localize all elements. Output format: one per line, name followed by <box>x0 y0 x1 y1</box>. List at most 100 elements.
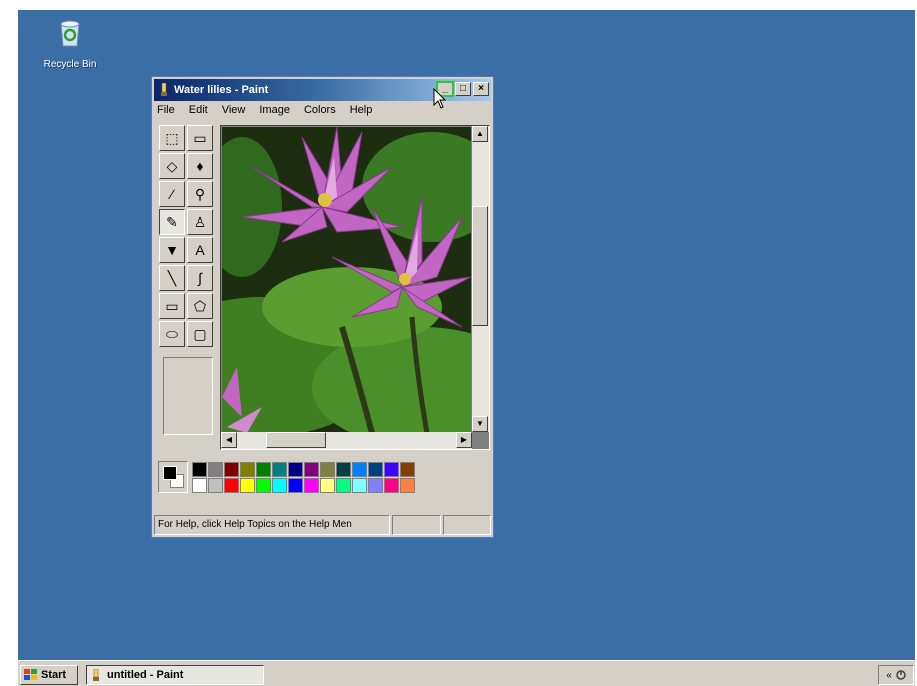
palette-swatch[interactable] <box>320 462 335 477</box>
palette-swatch[interactable] <box>352 478 367 493</box>
horizontal-scrollbar[interactable]: ◀ ▶ <box>221 432 472 449</box>
tool-select[interactable]: ▭ <box>187 125 213 151</box>
palette-swatch[interactable] <box>288 478 303 493</box>
scroll-right-button[interactable]: ▶ <box>456 432 472 448</box>
palette-swatch[interactable] <box>240 478 255 493</box>
status-text: For Help, click Help Topics on the Help … <box>154 515 390 535</box>
palette-swatch[interactable] <box>400 462 415 477</box>
palette-swatch[interactable] <box>384 462 399 477</box>
ellipse-icon: ⬭ <box>166 325 178 342</box>
tool-curve[interactable]: ∫ <box>187 265 213 291</box>
menu-file[interactable]: File <box>156 104 176 116</box>
tool-polygon[interactable]: ⬠ <box>187 293 213 319</box>
palette-swatch[interactable] <box>288 462 303 477</box>
windows-logo-icon <box>24 669 37 680</box>
tool-magnifier[interactable]: ⚲ <box>187 181 213 207</box>
menu-view[interactable]: View <box>221 104 247 116</box>
mouse-cursor-icon <box>433 88 447 109</box>
palette-swatch[interactable] <box>272 462 287 477</box>
tray-status-icon[interactable] <box>896 670 906 680</box>
taskbar-item-label: untitled - Paint <box>107 669 184 681</box>
menu-colors[interactable]: Colors <box>303 104 337 116</box>
close-button[interactable]: × <box>473 82 489 96</box>
toolbox: ⬚ ▭ ◇ ♦ ⁄ ⚲ ✎ ♙ ▼ A ╲ ∫ ▭ ⬠ ⬭ ▢ <box>159 125 215 441</box>
recycle-bin-icon <box>60 20 80 47</box>
vertical-scrollbar[interactable]: ▲ ▼ <box>472 126 489 432</box>
tool-rectangle[interactable]: ▭ <box>159 293 185 319</box>
tool-ellipse[interactable]: ⬭ <box>159 321 185 347</box>
free-form-select-icon: ⬚ <box>165 129 179 146</box>
tool-options-box[interactable] <box>163 357 213 435</box>
pick-color-icon: ⁄ <box>170 186 174 202</box>
paint-app-icon <box>161 83 167 96</box>
pencil-icon: ✎ <box>166 213 178 230</box>
palette-swatch[interactable] <box>192 462 207 477</box>
canvas-area: ▲ ▼ ◀ ▶ <box>220 125 490 450</box>
polygon-icon: ⬠ <box>193 297 207 314</box>
palette-swatch[interactable] <box>224 462 239 477</box>
taskbar-item-paint[interactable]: untitled - Paint <box>86 665 264 685</box>
tool-airbrush[interactable]: ▼ <box>159 237 185 263</box>
palette-swatch[interactable] <box>352 462 367 477</box>
palette-swatch[interactable] <box>384 478 399 493</box>
palette-swatch[interactable] <box>208 478 223 493</box>
palette-swatch[interactable] <box>368 462 383 477</box>
tool-text[interactable]: A <box>187 237 213 263</box>
menu-help[interactable]: Help <box>349 104 374 116</box>
rectangle-icon: ▭ <box>165 297 179 314</box>
palette-swatch[interactable] <box>336 478 351 493</box>
magnifier-icon: ⚲ <box>194 185 206 202</box>
brush-icon: ♙ <box>193 213 207 230</box>
scroll-up-button[interactable]: ▲ <box>472 126 488 142</box>
scroll-left-button[interactable]: ◀ <box>221 432 237 448</box>
menu-edit[interactable]: Edit <box>188 104 209 116</box>
line-icon: ╲ <box>167 269 177 286</box>
palette-swatch[interactable] <box>208 462 223 477</box>
palette-swatch[interactable] <box>256 478 271 493</box>
tool-pick-color[interactable]: ⁄ <box>159 181 185 207</box>
rounded-rectangle-icon: ▢ <box>193 325 207 342</box>
palette-swatch[interactable] <box>272 478 287 493</box>
text-icon: A <box>195 242 205 258</box>
palette-swatch[interactable] <box>336 462 351 477</box>
resize-grip[interactable] <box>442 515 491 535</box>
scroll-down-button[interactable]: ▼ <box>472 416 488 432</box>
palette-swatch[interactable] <box>304 462 319 477</box>
maximize-button[interactable]: □ <box>455 82 471 96</box>
tool-fill[interactable]: ♦ <box>187 153 213 179</box>
horizontal-scroll-thumb[interactable] <box>266 432 326 448</box>
tray-expand-button[interactable]: « <box>886 670 892 681</box>
tool-rounded-rectangle[interactable]: ▢ <box>187 321 213 347</box>
palette-swatch[interactable] <box>224 478 239 493</box>
eraser-icon: ◇ <box>166 157 178 174</box>
canvas-image[interactable] <box>222 127 471 433</box>
palette-swatch[interactable] <box>304 478 319 493</box>
palette-swatch[interactable] <box>256 462 271 477</box>
tool-line[interactable]: ╲ <box>159 265 185 291</box>
palette-swatch[interactable] <box>320 478 335 493</box>
curve-icon: ∫ <box>198 270 202 286</box>
status-bar: For Help, click Help Topics on the Help … <box>154 515 491 535</box>
window-title: Water lilies - Paint <box>174 84 269 96</box>
palette-swatch[interactable] <box>192 478 207 493</box>
airbrush-icon: ▼ <box>165 242 179 258</box>
menu-image[interactable]: Image <box>258 104 291 116</box>
tool-pencil[interactable]: ✎ <box>159 209 185 235</box>
foreground-color <box>163 466 177 480</box>
paint-window: Water lilies - Paint _ □ × File Edit Vie… <box>151 76 494 538</box>
desktop-icon-recycle-bin[interactable]: Recycle Bin <box>40 18 100 70</box>
tool-brush[interactable]: ♙ <box>187 209 213 235</box>
palette-swatch[interactable] <box>400 478 415 493</box>
start-button[interactable]: Start <box>20 665 78 685</box>
taskbar: Start untitled - Paint « <box>18 660 915 686</box>
status-cell <box>392 515 441 535</box>
start-label: Start <box>41 669 67 681</box>
current-colors[interactable] <box>158 461 188 493</box>
vertical-scroll-thumb[interactable] <box>472 206 488 326</box>
palette-swatch[interactable] <box>240 462 255 477</box>
palette-swatch[interactable] <box>368 478 383 493</box>
tool-eraser[interactable]: ◇ <box>159 153 185 179</box>
water-lilies-image <box>222 127 471 433</box>
select-icon: ▭ <box>193 129 207 146</box>
tool-free-form-select[interactable]: ⬚ <box>159 125 185 151</box>
